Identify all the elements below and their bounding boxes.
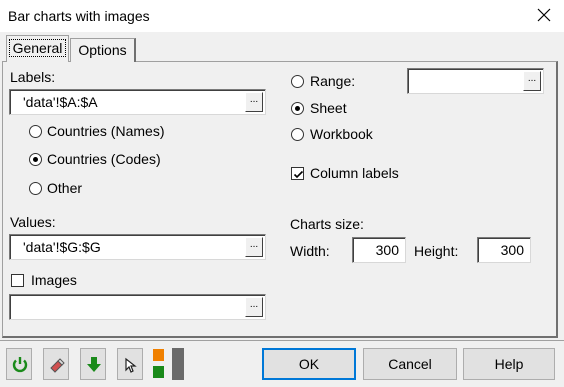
radio-range-label: Range: <box>310 73 356 89</box>
cursor-icon <box>125 357 137 373</box>
radio-workbook-label: Workbook <box>310 126 373 142</box>
values-range-browse-button[interactable]: ... <box>245 237 263 257</box>
radio-countries-codes[interactable] <box>29 153 42 166</box>
labels-label: Labels: <box>10 69 56 85</box>
download-arrow-icon <box>87 357 101 372</box>
scope-range-field[interactable]: ... <box>407 68 544 94</box>
column-labels-checkbox[interactable] <box>291 167 304 180</box>
bottom-separator <box>0 340 564 341</box>
radio-other[interactable] <box>29 182 42 195</box>
images-range-field[interactable]: ... <box>9 294 266 320</box>
close-icon[interactable] <box>533 4 555 26</box>
eraser-icon <box>50 358 65 373</box>
download-button[interactable] <box>80 348 106 380</box>
checkmark-icon <box>293 170 304 179</box>
images-range-browse-button[interactable]: ... <box>245 297 263 317</box>
column-labels-label: Column labels <box>310 165 399 181</box>
labels-range-value: 'data'!$A:$A <box>23 94 98 110</box>
scope-range-browse-button[interactable]: ... <box>523 71 541 91</box>
charts-size-label: Charts size: <box>290 216 364 232</box>
values-range-value: 'data'!$G:$G <box>23 239 101 255</box>
tab-options[interactable]: Options <box>70 38 136 62</box>
images-checkbox[interactable] <box>11 274 24 287</box>
swatch-bar <box>172 348 184 380</box>
window-title: Bar charts with images <box>8 8 150 24</box>
radio-countries-names-label: Countries (Names) <box>47 123 165 139</box>
cursor-button[interactable] <box>117 348 143 380</box>
radio-sheet[interactable] <box>291 102 304 115</box>
labels-range-field[interactable]: 'data'!$A:$A ... <box>9 89 266 115</box>
radio-countries-names[interactable] <box>29 125 42 138</box>
width-label: Width: <box>290 243 330 259</box>
radio-other-label: Other <box>47 180 83 196</box>
height-input[interactable]: 300 <box>477 237 531 263</box>
values-range-field[interactable]: 'data'!$G:$G ... <box>9 234 266 260</box>
eraser-button[interactable] <box>43 348 69 380</box>
tab-options-label: Options <box>78 42 127 58</box>
values-label: Values: <box>10 214 56 230</box>
green-swatch <box>153 366 164 378</box>
tab-general[interactable]: General <box>6 35 69 62</box>
help-button[interactable]: Help <box>463 348 555 380</box>
ok-button[interactable]: OK <box>262 348 356 380</box>
orange-swatch <box>153 349 164 361</box>
images-label: Images <box>31 272 77 288</box>
radio-sheet-label: Sheet <box>310 100 347 116</box>
refresh-icon <box>12 357 28 373</box>
width-input[interactable]: 300 <box>352 237 406 263</box>
labels-range-browse-button[interactable]: ... <box>245 92 263 112</box>
height-label: Height: <box>414 243 459 259</box>
tab-general-label: General <box>8 39 67 57</box>
color-swatch-icon[interactable] <box>152 348 166 380</box>
refresh-button[interactable] <box>6 348 32 380</box>
radio-workbook[interactable] <box>291 128 304 141</box>
radio-countries-codes-label: Countries (Codes) <box>47 151 161 167</box>
radio-range[interactable] <box>291 75 304 88</box>
cancel-button[interactable]: Cancel <box>363 348 457 380</box>
